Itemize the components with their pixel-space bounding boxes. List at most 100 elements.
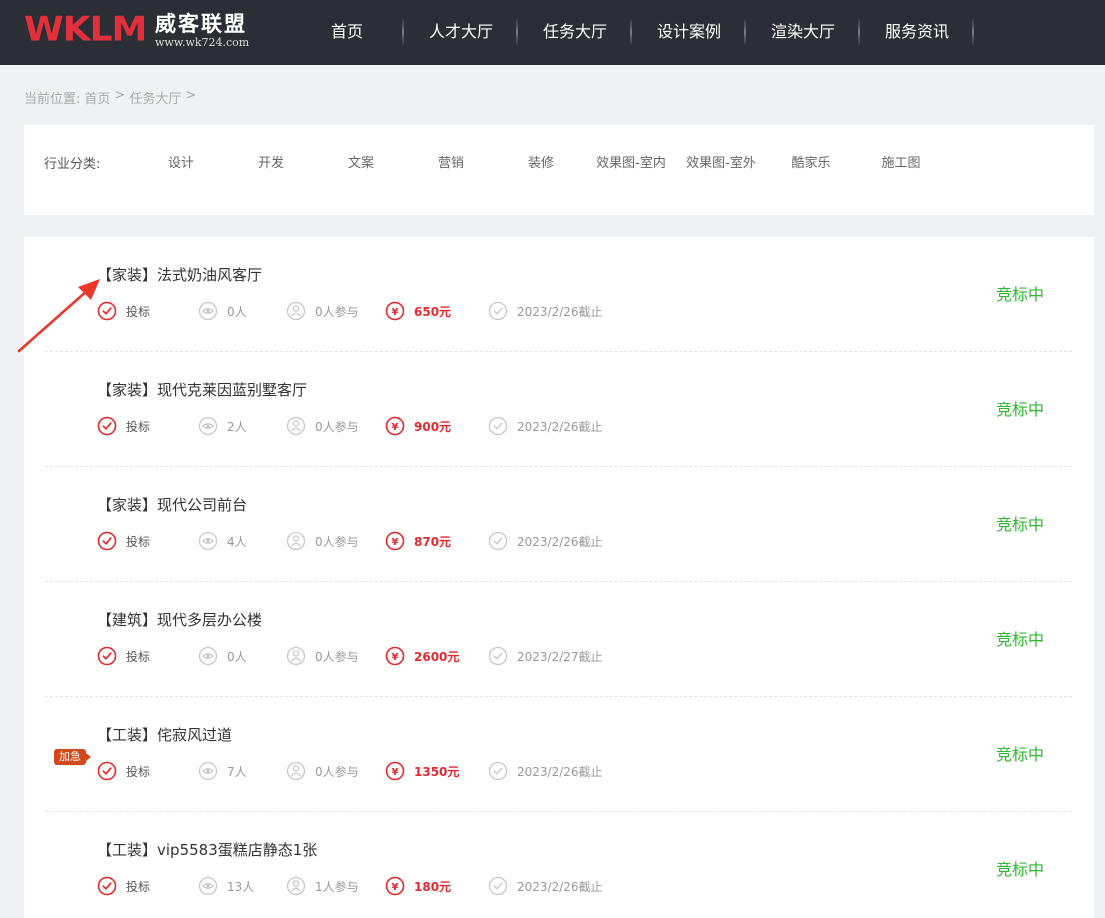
deadline-value: 2023/2/26截止 <box>517 764 603 779</box>
participants-value: 0人参与 <box>315 764 359 779</box>
breadcrumb-prefix: 当前位置: <box>24 92 81 107</box>
filter-option-copywriting[interactable]: 文案 <box>316 152 406 171</box>
yuan-icon: ¥ <box>385 416 405 436</box>
views-count: 7人 <box>198 760 247 782</box>
site-logo-mark[interactable]: WKLM <box>24 11 147 49</box>
filter-option-render-interior[interactable]: 效果图-室内 <box>586 152 676 171</box>
deadline-value: 2023/2/26截止 <box>517 419 603 434</box>
views-value: 2人 <box>227 419 247 434</box>
nav-item-tasks[interactable]: 任务大厅 <box>518 0 632 65</box>
nav-item-cases[interactable]: 设计案例 <box>632 0 746 65</box>
eye-icon <box>198 301 218 321</box>
views-value: 0人 <box>227 649 247 664</box>
yuan-icon: ¥ <box>385 646 405 666</box>
bid-link[interactable]: 投标 <box>97 300 150 322</box>
bid-link[interactable]: 投标 <box>97 415 150 437</box>
participants-value: 0人参与 <box>315 649 359 664</box>
reward-value: 1350元 <box>414 764 460 779</box>
person-icon <box>286 761 306 781</box>
task-item: 【工装】vip5583蛋糕店静态1张 投标 13人 1人参与 ¥ 180元 20… <box>45 812 1072 918</box>
deadline-value: 2023/2/27截止 <box>517 649 603 664</box>
bid-link[interactable]: 投标 <box>97 760 150 782</box>
clock-check-icon <box>488 761 508 781</box>
bid-link[interactable]: 投标 <box>97 530 150 552</box>
svg-text:¥: ¥ <box>392 652 399 663</box>
check-circle-icon <box>97 876 117 896</box>
participants-count: 0人参与 <box>286 300 359 322</box>
task-reward: ¥ 900元 <box>385 415 451 437</box>
filter-option-dev[interactable]: 开发 <box>226 152 316 171</box>
svg-text:¥: ¥ <box>392 537 399 548</box>
person-icon <box>286 416 306 436</box>
filter-option-marketing[interactable]: 营销 <box>406 152 496 171</box>
deadline-value: 2023/2/26截止 <box>517 304 603 319</box>
views-value: 13人 <box>227 879 255 894</box>
person-icon <box>286 531 306 551</box>
main-nav: 首页 人才大厅 任务大厅 设计案例 渲染大厅 服务资讯 <box>290 0 974 65</box>
task-title[interactable]: 【工装】vip5583蛋糕店静态1张 <box>97 839 317 860</box>
bid-label: 投标 <box>126 534 151 549</box>
views-count: 2人 <box>198 415 247 437</box>
participants-count: 0人参与 <box>286 760 359 782</box>
participants-value: 0人参与 <box>315 534 359 549</box>
task-title[interactable]: 【建筑】现代多层办公楼 <box>97 609 262 630</box>
filter-option-kujiale[interactable]: 酷家乐 <box>766 152 856 171</box>
bid-link[interactable]: 投标 <box>97 875 150 897</box>
task-list: 【家装】法式奶油风客厅 投标 0人 0人参与 ¥ 650元 2023/2/26截… <box>24 237 1094 918</box>
participants-value: 0人参与 <box>315 304 359 319</box>
svg-text:¥: ¥ <box>392 307 399 318</box>
task-item: 【家装】现代克莱因蓝别墅客厅 投标 2人 0人参与 ¥ 900元 2023/2/… <box>45 352 1072 467</box>
site-logo-url: www.wk724.com <box>155 36 250 49</box>
yuan-icon: ¥ <box>385 876 405 896</box>
bid-label: 投标 <box>126 879 151 894</box>
task-deadline: 2023/2/26截止 <box>488 875 603 897</box>
person-icon <box>286 646 306 666</box>
task-title[interactable]: 【家装】现代公司前台 <box>97 494 247 515</box>
bid-link[interactable]: 投标 <box>97 645 150 667</box>
eye-icon <box>198 646 218 666</box>
top-header: WKLM 威客联盟 www.wk724.com 首页 人才大厅 任务大厅 设计案… <box>0 0 1105 65</box>
task-title[interactable]: 【家装】法式奶油风客厅 <box>97 264 262 285</box>
filter-option-decoration[interactable]: 装修 <box>496 152 586 171</box>
filter-option-construction[interactable]: 施工图 <box>856 152 946 171</box>
task-item: 【家装】现代公司前台 投标 4人 0人参与 ¥ 870元 2023/2/26截止… <box>45 467 1072 582</box>
svg-text:¥: ¥ <box>392 882 399 893</box>
filter-option-design[interactable]: 设计 <box>136 152 226 171</box>
task-reward: ¥ 180元 <box>385 875 451 897</box>
filter-option-render-exterior[interactable]: 效果图-室外 <box>676 152 766 171</box>
bid-label: 投标 <box>126 304 151 319</box>
task-title[interactable]: 【工装】侘寂风过道 <box>97 724 232 745</box>
breadcrumb-tasks[interactable]: 任务大厅 <box>129 88 181 107</box>
eye-icon <box>198 761 218 781</box>
reward-value: 2600元 <box>414 649 460 664</box>
nav-item-render[interactable]: 渲染大厅 <box>746 0 860 65</box>
reward-value: 180元 <box>414 879 452 894</box>
nav-item-talent[interactable]: 人才大厅 <box>404 0 518 65</box>
person-icon <box>286 301 306 321</box>
nav-item-news[interactable]: 服务资讯 <box>860 0 974 65</box>
eye-icon <box>198 416 218 436</box>
task-deadline: 2023/2/26截止 <box>488 415 603 437</box>
task-reward: ¥ 870元 <box>385 530 451 552</box>
svg-text:¥: ¥ <box>392 422 399 433</box>
nav-item-home[interactable]: 首页 <box>290 0 404 65</box>
task-status: 竞标中 <box>995 745 1044 764</box>
reward-value: 900元 <box>414 419 452 434</box>
check-circle-icon <box>97 531 117 551</box>
task-item: 加急 【工装】侘寂风过道 投标 7人 0人参与 ¥ 1350元 2023/2/2… <box>45 697 1072 812</box>
bid-label: 投标 <box>126 419 151 434</box>
person-icon <box>286 876 306 896</box>
bid-label: 投标 <box>126 764 151 779</box>
task-title[interactable]: 【家装】现代克莱因蓝别墅客厅 <box>97 379 307 400</box>
category-filter: 行业分类: 设计 开发 文案 营销 装修 效果图-室内 效果图-室外 酷家乐 施… <box>24 125 1094 215</box>
check-circle-icon <box>97 301 117 321</box>
bid-label: 投标 <box>126 649 151 664</box>
site-logo-name[interactable]: 威客联盟 <box>155 12 247 36</box>
task-deadline: 2023/2/26截止 <box>488 760 603 782</box>
deadline-value: 2023/2/26截止 <box>517 879 603 894</box>
clock-check-icon <box>488 531 508 551</box>
task-status: 竞标中 <box>995 630 1044 649</box>
views-count: 0人 <box>198 300 247 322</box>
participants-count: 0人参与 <box>286 415 359 437</box>
breadcrumb-home[interactable]: 首页 <box>84 88 110 107</box>
